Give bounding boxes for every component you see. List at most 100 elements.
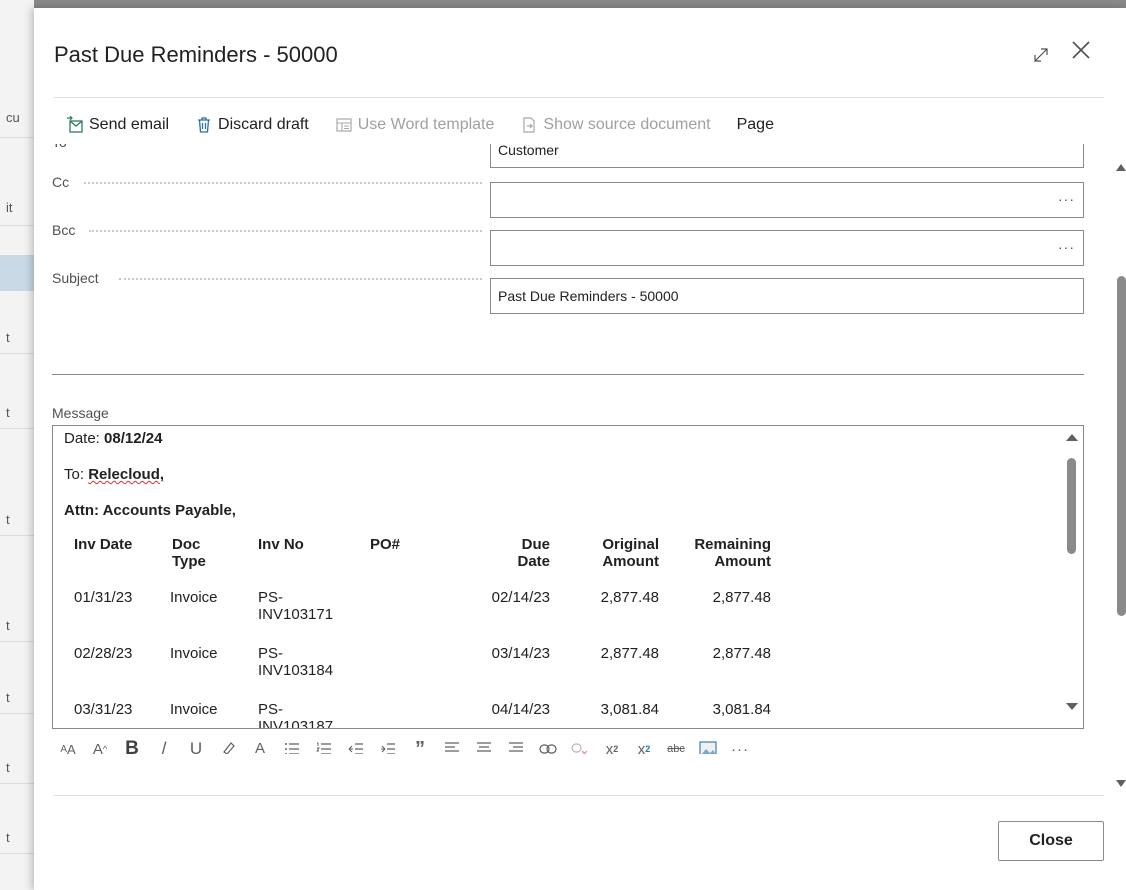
action-toolbar: Send email Discard draft Use Word templa… [66,114,800,136]
attn-text: Attn: Accounts Payable, [64,502,236,519]
send-email-icon [66,116,84,134]
send-email-button[interactable]: Send email [66,116,169,134]
row1-original: 2,877.48 [600,589,659,606]
row2-inv-no-1: PS- [258,645,284,662]
page-menu-button[interactable]: Page [737,116,774,134]
date-line: Date: 08/12/24 [64,430,162,447]
editor-scroll-down-icon[interactable] [1066,703,1078,710]
background-page-strip: cu it t t t t t t t [0,0,34,890]
format-toolbar: AA A ^ B / U A ” x 2 x 2 abc ··· [52,737,756,754]
subject-value: Past Due Reminders - 50000 [498,288,679,304]
superscript-button[interactable]: x2 [596,737,628,755]
bg-selected-row [0,255,34,291]
bcc-leader-dots [89,230,482,232]
font-size-button[interactable]: AA [52,737,84,755]
to-field[interactable]: Customer [490,144,1084,168]
row2-original: 2,877.48 [600,645,659,662]
font-color-button[interactable]: A [244,737,276,755]
link-icon[interactable] [532,737,564,754]
subscript-button[interactable]: x2 [628,737,660,755]
to-prefix: To: [64,466,89,483]
bcc-label: Bcc [52,222,76,238]
cc-field[interactable]: ··· [490,182,1084,218]
editor-scroll-up-icon[interactable] [1066,434,1078,441]
row2-doc-type: Invoice [170,645,218,662]
align-center-icon[interactable] [468,737,500,754]
bg-row: t [0,830,34,854]
to-line: To: Relecloud, [64,466,164,483]
bcc-field[interactable]: ··· [490,230,1084,266]
message-editor[interactable]: Date: 08/12/24 To: Relecloud, Attn: Acco… [52,425,1084,729]
align-right-icon[interactable] [500,737,532,754]
show-source-document-label: Show source document [543,116,711,133]
increase-indent-icon[interactable] [372,737,404,754]
row1-inv-date: 01/31/23 [74,589,133,606]
align-left-icon[interactable] [436,737,468,754]
footer-divider [54,795,1104,796]
row2-inv-no-2: INV103184 [258,662,334,679]
subscript-label: x [637,740,646,755]
subject-field[interactable]: Past Due Reminders - 50000 [490,278,1084,314]
th-doc-type-1: Doc [172,536,201,553]
form-scrollbar[interactable] [1114,158,1126,798]
trash-icon [195,116,213,134]
show-source-document-button[interactable]: Show source document [520,116,711,134]
discard-draft-label: Discard draft [218,116,309,133]
bcc-lookup-button[interactable]: ··· [1058,239,1075,255]
close-button[interactable]: Close [998,821,1104,861]
row1-remaining: 2,877.48 [712,589,771,606]
send-email-label: Send email [89,116,170,133]
cc-lookup-button[interactable]: ··· [1058,191,1075,207]
row3-due-date: 04/14/23 [491,701,550,718]
subject-label: Subject [52,270,99,286]
italic-button[interactable]: / [148,737,180,755]
form-scroll-up-icon[interactable] [1116,164,1126,171]
row1-inv-no-1: PS- [258,589,284,606]
to-value: Customer [498,144,559,158]
page-menu-label: Page [736,116,774,133]
row3-inv-no-1: PS- [258,701,284,718]
quote-button[interactable]: ” [404,737,436,755]
use-word-template-label: Use Word template [357,116,495,133]
th-remaining-1: Remaining [694,536,771,553]
more-options-button[interactable]: ··· [724,737,756,755]
numbered-list-icon[interactable] [308,737,340,754]
highlight-icon[interactable] [212,737,244,754]
discard-draft-button[interactable]: Discard draft [195,116,309,134]
editor-scrollbar[interactable] [1065,432,1079,722]
unlink-icon[interactable] [564,737,596,754]
grow-font-label: A [92,740,103,755]
bg-row: t [0,690,34,714]
expand-icon[interactable] [1032,46,1050,69]
recipient-name: Relecloud, [88,466,165,483]
use-word-template-button[interactable]: Use Word template [335,116,495,134]
row3-remaining: 3,081.84 [712,701,771,718]
editor-scroll-thumb[interactable] [1067,458,1076,554]
row1-inv-no-2: INV103171 [258,606,334,623]
th-inv-date: Inv Date [74,536,133,553]
row2-due-date: 03/14/23 [491,645,550,662]
th-due-date-1: Due [521,536,550,553]
form-scroll-thumb[interactable] [1117,276,1126,616]
row3-inv-no-2: INV103187 [258,718,334,729]
bullet-list-icon[interactable] [276,737,308,754]
bold-button[interactable]: B [116,737,148,754]
row2-inv-date: 02/28/23 [74,645,133,662]
row3-inv-date: 03/31/23 [74,701,133,718]
date-value: 08/12/24 [104,430,163,447]
th-original-1: Original [602,536,659,553]
form-scroll-down-icon[interactable] [1116,780,1126,787]
close-icon[interactable] [1070,38,1092,66]
insert-image-icon[interactable] [692,737,724,754]
cc-label: Cc [52,174,70,190]
font-color-label: A [255,741,265,755]
grow-font-button[interactable]: A ^ [84,737,116,755]
bg-row: t [0,405,34,429]
bg-row: cu [0,110,34,138]
decrease-indent-icon[interactable] [340,737,372,754]
email-dialog: Past Due Reminders - 50000 Send email Di… [34,8,1126,890]
th-due-date-2: Date [517,553,550,570]
bg-row: t [0,512,34,536]
underline-button[interactable]: U [180,737,212,754]
strikethrough-button[interactable]: abc [660,737,692,754]
